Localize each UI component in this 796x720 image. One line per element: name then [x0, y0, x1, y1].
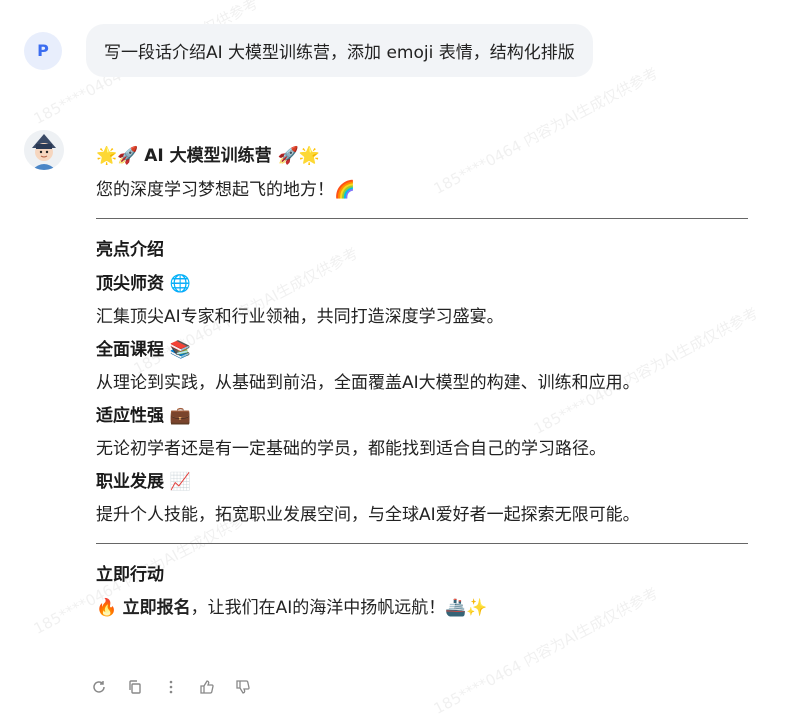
- highlight-heading: 适应性强 💼: [96, 406, 192, 426]
- message-actions: [88, 676, 254, 698]
- highlight-item: 顶尖师资 🌐 汇集顶尖AI专家和行业领袖，共同打造深度学习盛宴。: [96, 267, 756, 333]
- highlight-item: 适应性强 💼 无论初学者还是有一定基础的学员，都能找到适合自己的学习路径。: [96, 399, 756, 465]
- user-avatar: P: [24, 31, 62, 70]
- user-message-bubble: 写一段话介绍AI 大模型训练营，添加 emoji 表情，结构化排版: [86, 24, 593, 77]
- divider: [96, 218, 748, 219]
- call-to-action: 🔥 立即报名，让我们在AI的海洋中扬帆远航！🚢✨: [96, 592, 756, 624]
- highlight-text: 汇集顶尖AI专家和行业领袖，共同打造深度学习盛宴。: [96, 307, 504, 327]
- section-heading: 立即行动: [96, 565, 164, 585]
- regenerate-icon[interactable]: [88, 676, 110, 698]
- user-message-row: P 写一段话介绍AI 大模型训练营，添加 emoji 表情，结构化排版: [24, 24, 593, 77]
- highlight-item: 全面课程 📚 从理论到实践，从基础到前沿，全面覆盖AI大模型的构建、训练和应用。: [96, 333, 756, 399]
- cta-rest: ，让我们在AI的海洋中扬帆远航！🚢✨: [190, 598, 488, 618]
- cta-prefix: 🔥: [96, 598, 123, 618]
- highlight-text: 从理论到实践，从基础到前沿，全面覆盖AI大模型的构建、训练和应用。: [96, 373, 640, 393]
- thumbs-up-icon[interactable]: [196, 676, 218, 698]
- highlight-item: 职业发展 📈 提升个人技能，拓宽职业发展空间，与全球AI爱好者一起探索无限可能。: [96, 465, 756, 531]
- copy-icon[interactable]: [124, 676, 146, 698]
- response-tagline: 您的深度学习梦想起飞的地方！🌈: [96, 180, 356, 200]
- highlight-heading: 全面课程 📚: [96, 340, 192, 360]
- section-heading: 亮点介绍: [96, 240, 164, 260]
- response-title: 🌟🚀 AI 大模型训练营 🚀🌟: [96, 146, 320, 166]
- divider: [96, 543, 748, 544]
- highlight-text: 提升个人技能，拓宽职业发展空间，与全球AI爱好者一起探索无限可能。: [96, 505, 640, 525]
- highlight-heading: 职业发展 📈: [96, 472, 192, 492]
- highlight-text: 无论初学者还是有一定基础的学员，都能找到适合自己的学习路径。: [96, 439, 606, 459]
- assistant-message: 🌟🚀 AI 大模型训练营 🚀🌟 您的深度学习梦想起飞的地方！🌈 亮点介绍 顶尖师…: [96, 142, 756, 624]
- assistant-avatar: [24, 130, 64, 170]
- highlight-heading: 顶尖师资 🌐: [96, 274, 192, 294]
- cta-bold: 立即报名: [122, 598, 191, 618]
- more-icon[interactable]: [160, 676, 182, 698]
- thumbs-down-icon[interactable]: [232, 676, 254, 698]
